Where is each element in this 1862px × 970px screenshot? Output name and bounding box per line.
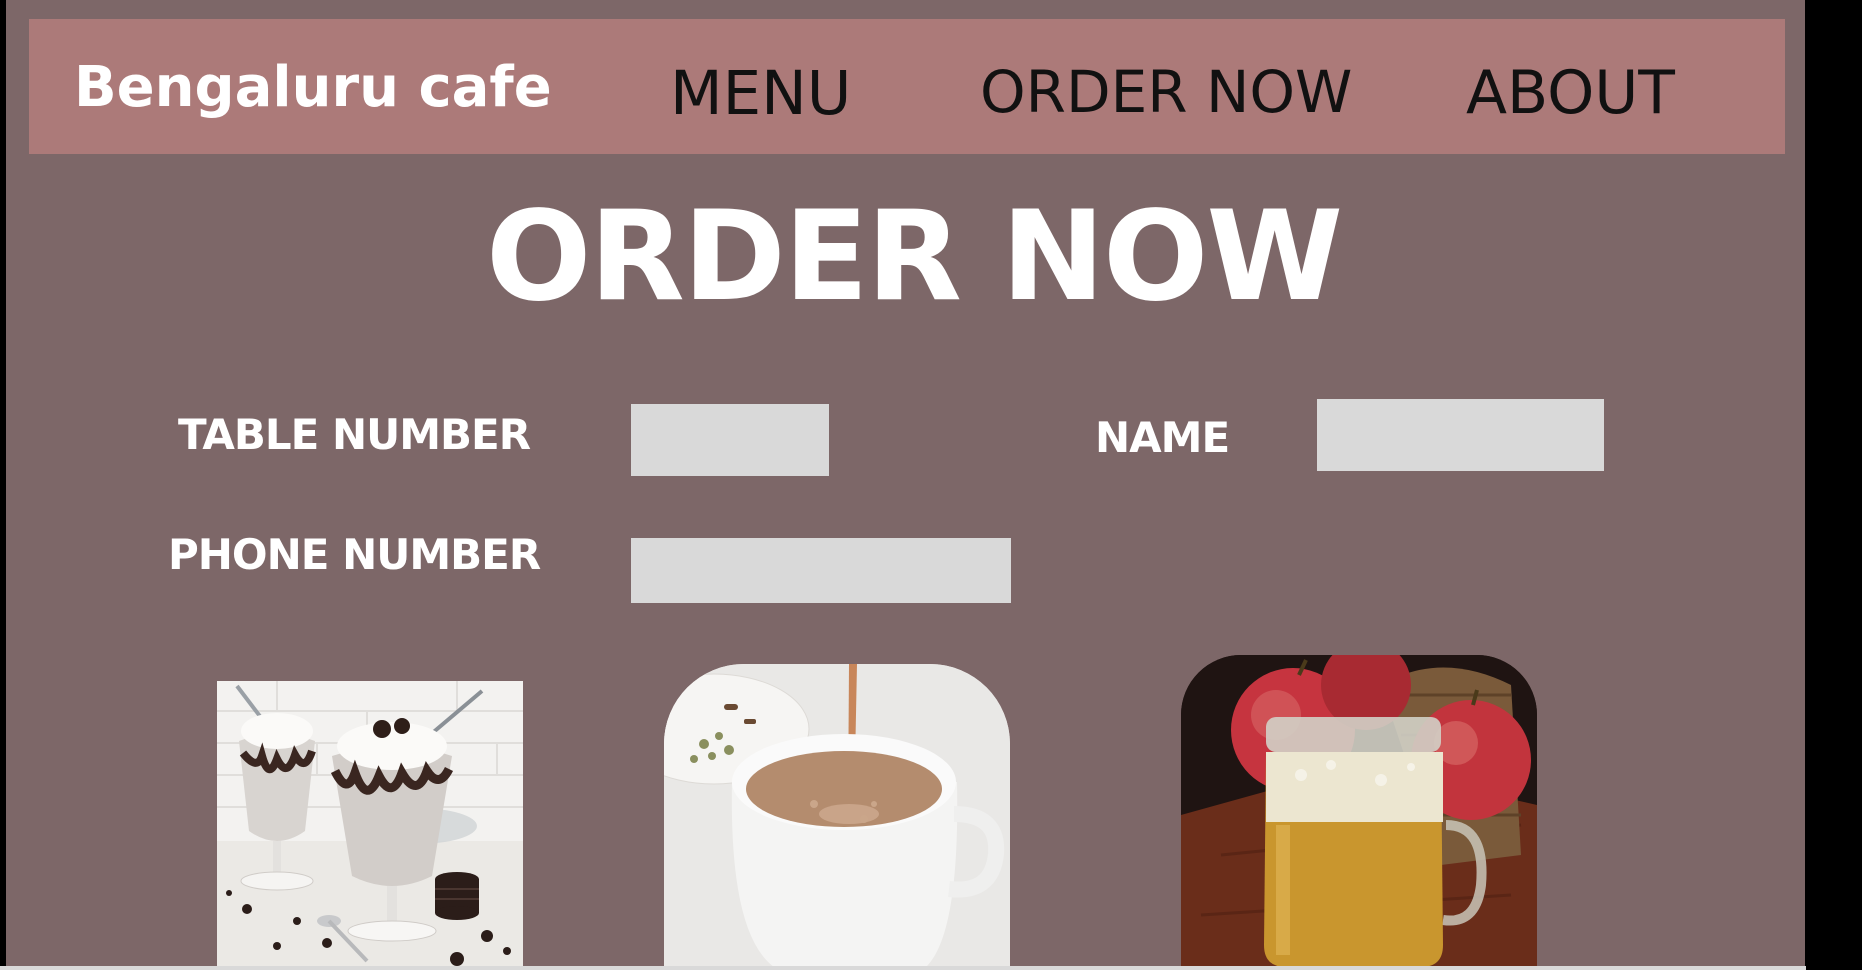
nav-order-now-link[interactable]: ORDER NOW — [980, 58, 1352, 126]
apple-juice-image[interactable] — [1181, 655, 1537, 967]
nav-about-link[interactable]: ABOUT — [1466, 58, 1675, 128]
phone-number-input[interactable] — [631, 538, 1011, 603]
phone-number-label: PHONE NUMBER — [168, 530, 541, 579]
tea-cup-illustration — [664, 664, 1010, 967]
page-title: ORDER NOW — [486, 185, 1343, 329]
masala-chai-image[interactable] — [664, 664, 1010, 967]
milkshake-illustration — [217, 681, 523, 967]
name-label: NAME — [1095, 413, 1230, 462]
apple-juice-illustration — [1181, 655, 1537, 967]
table-number-label: TABLE NUMBER — [178, 410, 531, 459]
bottom-border-line — [0, 966, 1806, 970]
name-input[interactable] — [1317, 399, 1604, 471]
brand-logo-text[interactable]: Bengaluru cafe — [74, 55, 552, 120]
table-number-input[interactable] — [631, 404, 829, 476]
navbar: Bengaluru cafe MENU ORDER NOW ABOUT — [29, 19, 1785, 154]
oreo-milkshake-image[interactable] — [217, 681, 523, 967]
nav-menu-link[interactable]: MENU — [670, 58, 851, 129]
page-canvas: Bengaluru cafe MENU ORDER NOW ABOUT ORDE… — [6, 0, 1805, 967]
